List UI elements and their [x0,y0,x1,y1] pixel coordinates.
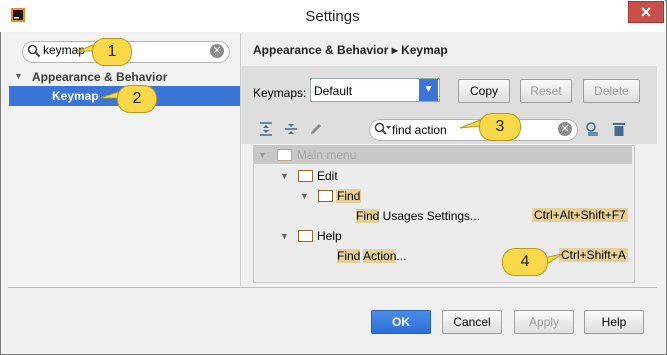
callout-4: 4 [502,248,548,276]
callout-1: 1 [92,38,132,66]
callout-3: 3 [479,113,521,141]
callout-2: 2 [117,85,157,113]
